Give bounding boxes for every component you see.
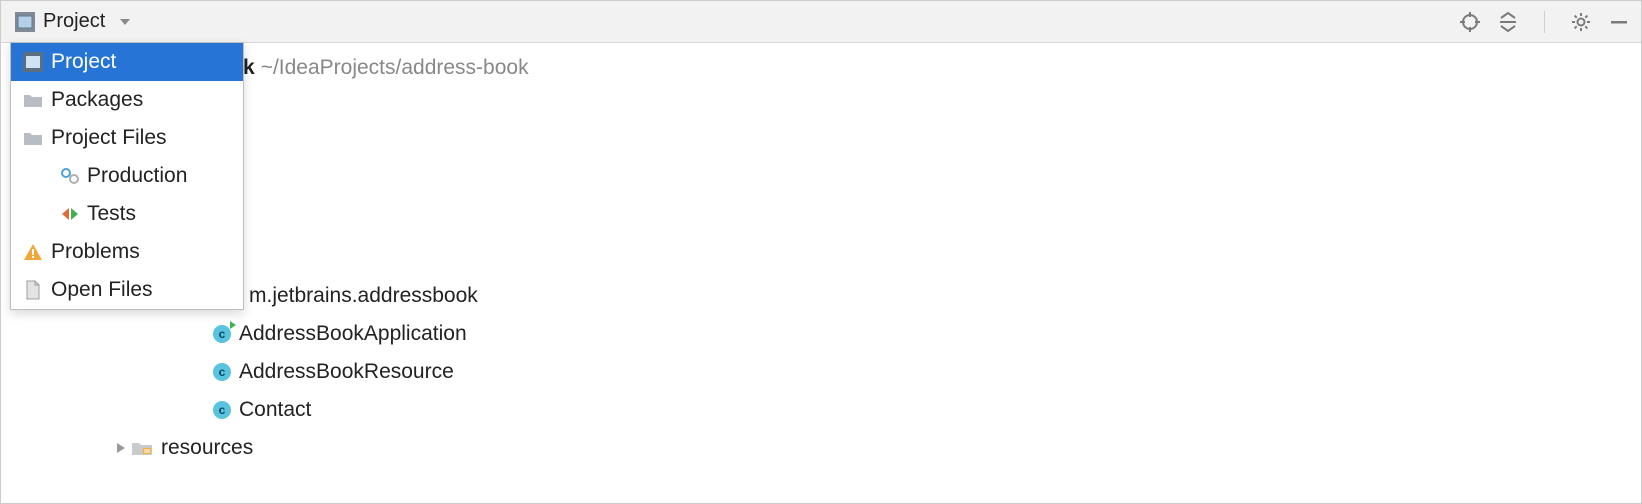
- tree-node-root[interactable]: k ~/IdeaProjects/address-book: [1, 49, 1641, 87]
- view-selector-label: Project: [43, 10, 105, 33]
- menu-item-open-files[interactable]: Open Files: [11, 271, 243, 309]
- tree-node-label: k: [243, 56, 255, 80]
- file-icon: [21, 280, 45, 300]
- tree-node-label: AddressBookApplication: [239, 322, 467, 346]
- test-icon: [59, 206, 81, 222]
- tree-node-class[interactable]: c Contact: [1, 391, 1641, 429]
- run-decorator-icon: [230, 321, 236, 329]
- menu-item-project[interactable]: Project: [11, 43, 243, 81]
- tree-node-label: Contact: [239, 398, 311, 422]
- class-icon: c: [213, 363, 231, 381]
- folder-icon: [21, 92, 45, 108]
- menu-item-production[interactable]: Production: [11, 157, 243, 195]
- project-tree[interactable]: k ~/IdeaProjects/address-book m.jetbrain…: [1, 43, 1641, 467]
- class-icon: c: [213, 401, 231, 419]
- tree-node-resources[interactable]: resources: [1, 429, 1641, 467]
- menu-item-label: Production: [87, 164, 187, 188]
- gear-folder-icon: [59, 167, 81, 185]
- gear-icon[interactable]: [1571, 12, 1591, 32]
- toolbar-divider: [1544, 11, 1545, 33]
- tree-node-class[interactable]: c AddressBookApplication: [1, 315, 1641, 353]
- toolbar-actions: [1460, 11, 1629, 33]
- folder-icon: [21, 130, 45, 146]
- tree-node-label: resources: [161, 436, 253, 460]
- menu-item-project-files[interactable]: Project Files: [11, 119, 243, 157]
- collapse-all-icon[interactable]: [1498, 12, 1518, 32]
- menu-item-tests[interactable]: Tests: [11, 195, 243, 233]
- menu-item-label: Tests: [87, 202, 136, 226]
- tree-node-path: ~/IdeaProjects/address-book: [261, 56, 529, 80]
- project-view-icon: [21, 52, 45, 72]
- menu-item-label: Packages: [51, 88, 143, 112]
- minimize-icon[interactable]: [1609, 12, 1629, 32]
- tree-node-package[interactable]: m.jetbrains.addressbook: [1, 277, 1641, 315]
- resources-folder-icon: [131, 440, 153, 456]
- menu-item-label: Project: [51, 50, 116, 74]
- view-selector[interactable]: Project: [15, 10, 131, 33]
- view-dropdown-menu: Project Packages Project Files Productio…: [10, 42, 244, 310]
- menu-item-problems[interactable]: Problems: [11, 233, 243, 271]
- menu-item-packages[interactable]: Packages: [11, 81, 243, 119]
- tree-node-label: m.jetbrains.addressbook: [249, 284, 478, 308]
- tree-node-label: AddressBookResource: [239, 360, 454, 384]
- tool-window-toolbar: Project: [1, 1, 1641, 43]
- warning-icon: [21, 243, 45, 261]
- project-view-icon: [15, 12, 35, 32]
- expand-arrow-icon[interactable]: [111, 442, 131, 454]
- menu-item-label: Open Files: [51, 278, 153, 302]
- chevron-down-icon: [119, 17, 131, 27]
- menu-item-label: Project Files: [51, 126, 167, 150]
- class-icon: c: [213, 325, 231, 343]
- menu-item-label: Problems: [51, 240, 140, 264]
- tree-node-class[interactable]: c AddressBookResource: [1, 353, 1641, 391]
- target-icon[interactable]: [1460, 12, 1480, 32]
